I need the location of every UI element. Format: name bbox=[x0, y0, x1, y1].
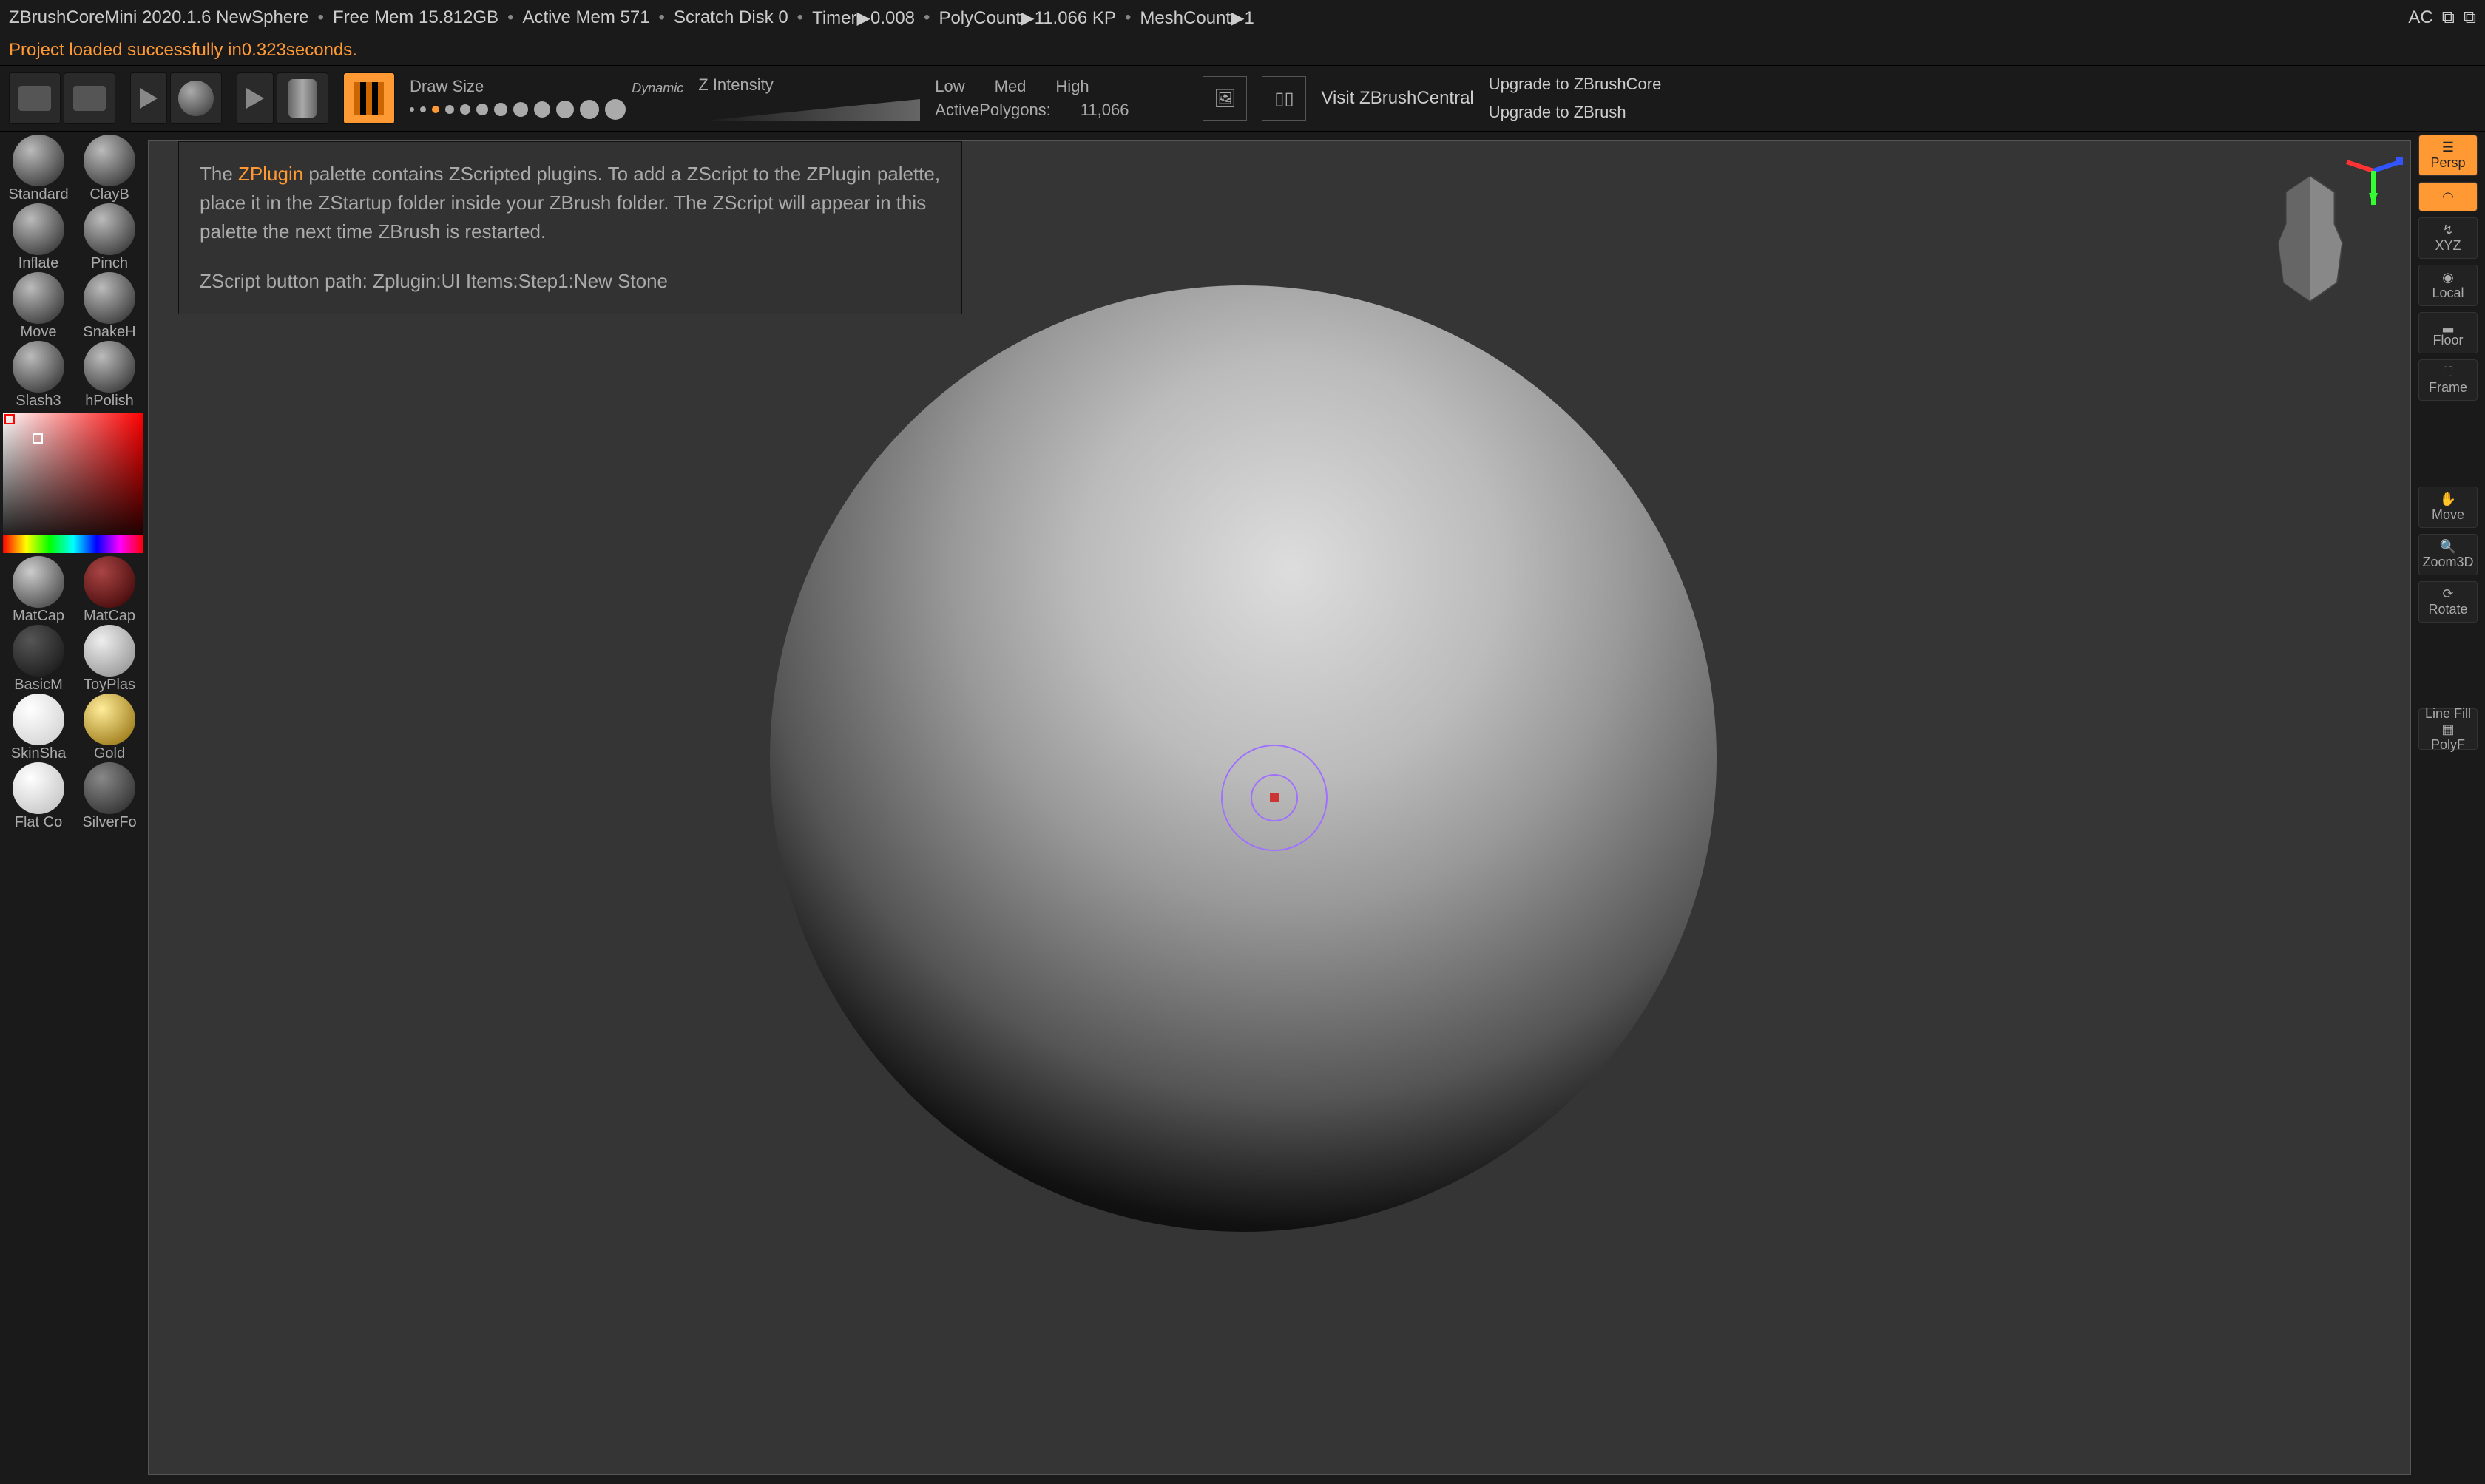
active-poly-label: ActivePolygons: bbox=[935, 101, 1051, 120]
stat-meshcount: MeshCount▶1 bbox=[1140, 7, 1254, 29]
arrow2-button[interactable] bbox=[237, 72, 274, 124]
material-skinsha[interactable]: SkinSha bbox=[3, 694, 74, 762]
open-button[interactable] bbox=[9, 72, 61, 124]
frame-button[interactable]: ⛶Frame bbox=[2418, 359, 2478, 401]
right-panel: ☰Persp ◠ ↯XYZ ◉Local ▂Floor ⛶Frame ✋Move… bbox=[2411, 132, 2485, 1484]
stat-freemem: Free Mem 15.812GB bbox=[333, 7, 498, 28]
active-poly-value: 11,066 bbox=[1081, 101, 1129, 120]
headphone-button[interactable]: ◠ bbox=[2418, 182, 2478, 211]
title-bar: ZBrushCoreMini 2020.1.6 NewSphere •Free … bbox=[0, 0, 2485, 35]
stat-scratch: Scratch Disk 0 bbox=[674, 7, 788, 28]
material-toyplas[interactable]: ToyPlas bbox=[74, 625, 145, 694]
title-right-ac: AC bbox=[2408, 7, 2432, 28]
brush-pinch[interactable]: Pinch bbox=[74, 203, 145, 272]
material-basic[interactable]: BasicM bbox=[3, 625, 74, 694]
arrow-button[interactable] bbox=[130, 72, 167, 124]
upgrade-full-link[interactable]: Upgrade to ZBrush bbox=[1489, 103, 1662, 122]
brush-inflate[interactable]: Inflate bbox=[3, 203, 74, 272]
status-time: 0.323 bbox=[242, 40, 286, 61]
persp-button[interactable]: ☰Persp bbox=[2418, 135, 2478, 176]
poly-med[interactable]: Med bbox=[995, 77, 1027, 96]
stat-activemem: Active Mem 571 bbox=[522, 7, 649, 28]
brush-slash3[interactable]: Slash3 bbox=[3, 341, 74, 410]
tooltip-t1c: palette contains ZScripted plugins. To a… bbox=[200, 163, 940, 243]
poly-high[interactable]: High bbox=[1055, 77, 1089, 96]
window-icon[interactable]: ⧉ bbox=[2442, 7, 2455, 28]
top-toolbar: Draw Size Dynamic Z Intensity Low Med Hi… bbox=[0, 65, 2485, 132]
left-panel: Standard ClayB Inflate Pinch Move SnakeH… bbox=[0, 132, 148, 1484]
book-icon[interactable]: ▯▯ bbox=[1262, 76, 1306, 121]
draw-size-label: Draw Size bbox=[410, 77, 484, 96]
brush-snakeh[interactable]: SnakeH bbox=[74, 272, 145, 341]
material-flatco[interactable]: Flat Co bbox=[3, 762, 74, 831]
status-suffix: seconds. bbox=[286, 40, 357, 61]
main-area: Standard ClayB Inflate Pinch Move SnakeH… bbox=[0, 132, 2485, 1484]
draw-size-slider[interactable] bbox=[410, 99, 683, 120]
move-button[interactable]: ✋Move bbox=[2418, 487, 2478, 528]
local-button[interactable]: ◉Local bbox=[2418, 265, 2478, 306]
canvas-viewport[interactable]: The ZPlugin palette contains ZScripted p… bbox=[148, 140, 2411, 1475]
save-button[interactable] bbox=[64, 72, 115, 124]
status-bar: Project loaded successfully in 0.323 sec… bbox=[0, 35, 2485, 65]
brush-standard[interactable]: Standard bbox=[3, 135, 74, 203]
material-matcap1[interactable]: MatCap bbox=[3, 556, 74, 625]
brush-move[interactable]: Move bbox=[3, 272, 74, 341]
z-intensity-label: Z Intensity bbox=[698, 75, 920, 95]
window-icon-2[interactable]: ⧉ bbox=[2464, 7, 2476, 28]
tooltip-t1b: ZPlugin bbox=[238, 163, 303, 185]
tooltip-t2: ZScript button path: Zplugin:UI Items:St… bbox=[200, 267, 941, 296]
app-title: ZBrushCoreMini 2020.1.6 NewSphere bbox=[9, 7, 309, 28]
stat-polycount: PolyCount▶11.066 KP bbox=[939, 7, 1116, 29]
hud-head-icon[interactable] bbox=[2270, 171, 2351, 304]
color-picker[interactable] bbox=[3, 413, 143, 553]
linefill-button[interactable]: Line Fill▦PolyF bbox=[2418, 708, 2478, 750]
material-matcap2[interactable]: MatCap bbox=[74, 556, 145, 625]
brush-clayb[interactable]: ClayB bbox=[74, 135, 145, 203]
visit-central-link[interactable]: Visit ZBrushCentral bbox=[1321, 88, 1473, 109]
brush-cursor-center bbox=[1270, 793, 1279, 802]
mirror-button[interactable] bbox=[343, 72, 395, 124]
rotate-button[interactable]: ⟳Rotate bbox=[2418, 581, 2478, 623]
sphere-tool-button[interactable] bbox=[170, 72, 222, 124]
axis-gizmo[interactable] bbox=[2344, 149, 2403, 208]
status-prefix: Project loaded successfully in bbox=[9, 40, 242, 61]
image-icon[interactable]: 🖼 bbox=[1203, 76, 1247, 121]
floor-button[interactable]: ▂Floor bbox=[2418, 312, 2478, 353]
dynamic-label[interactable]: Dynamic bbox=[632, 81, 683, 96]
tooltip-t1a: The bbox=[200, 163, 238, 185]
zoom3d-button[interactable]: 🔍Zoom3D bbox=[2418, 534, 2478, 575]
z-intensity-slider[interactable] bbox=[698, 99, 920, 121]
brush-hpolish[interactable]: hPolish bbox=[74, 341, 145, 410]
tooltip-zplugin: The ZPlugin palette contains ZScripted p… bbox=[178, 141, 962, 314]
xyz-button[interactable]: ↯XYZ bbox=[2418, 217, 2478, 259]
upgrade-core-link[interactable]: Upgrade to ZBrushCore bbox=[1489, 75, 1662, 94]
cylinder-tool-button[interactable] bbox=[277, 72, 328, 124]
material-gold[interactable]: Gold bbox=[74, 694, 145, 762]
material-silverfo[interactable]: SilverFo bbox=[74, 762, 145, 831]
stat-timer: Timer▶0.008 bbox=[812, 7, 915, 29]
poly-low[interactable]: Low bbox=[935, 77, 964, 96]
